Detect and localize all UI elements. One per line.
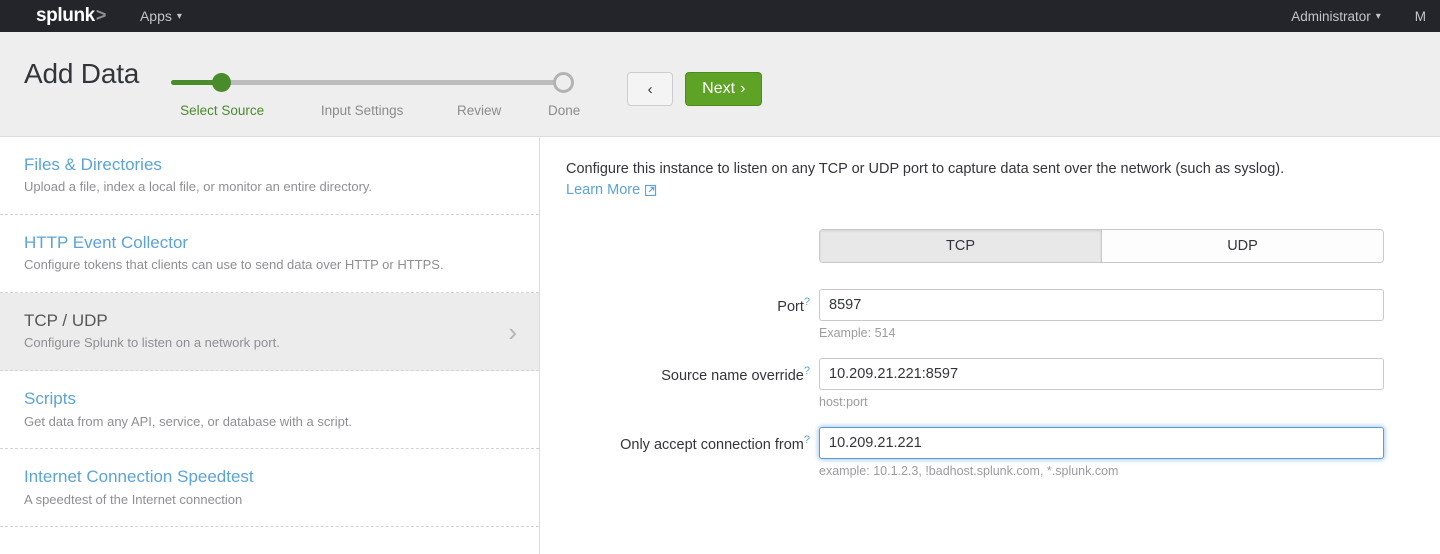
panel-description: Configure this instance to listen on any… xyxy=(566,159,1396,180)
wizard-step-label-select-source[interactable]: Select Source xyxy=(180,103,264,118)
sidebar-item-title: TCP / UDP xyxy=(24,310,499,331)
chevron-right-icon: › xyxy=(740,80,745,98)
port-field-wrap: Example: 514 xyxy=(819,289,1384,340)
source-config-panel: Configure this instance to listen on any… xyxy=(540,137,1440,554)
sidebar-item-description: Upload a file, index a local file, or mo… xyxy=(24,178,464,197)
source-name-override-label-text: Source name override xyxy=(661,368,804,384)
source-type-list: Files & Directories Upload a file, index… xyxy=(0,137,540,554)
sidebar-item-title: Scripts xyxy=(24,388,499,409)
wizard-step-dot-4[interactable] xyxy=(553,72,574,93)
wizard-steps: Select Source Input Settings Review Done xyxy=(165,66,595,126)
protocol-toggle-row: TCP UDP xyxy=(566,229,1440,263)
wizard-step-label-input-settings[interactable]: Input Settings xyxy=(321,103,404,118)
port-label: Port? xyxy=(566,289,819,315)
next-button[interactable]: Next › xyxy=(685,72,762,106)
port-input[interactable] xyxy=(819,289,1384,321)
learn-more-link[interactable]: Learn More xyxy=(566,182,657,198)
protocol-option-udp[interactable]: UDP xyxy=(1101,230,1383,262)
chevron-left-icon: ‹ xyxy=(648,81,653,98)
source-name-override-input[interactable] xyxy=(819,358,1384,390)
sidebar-item-http-event-collector[interactable]: HTTP Event Collector Configure tokens th… xyxy=(0,215,539,293)
help-icon[interactable]: ? xyxy=(804,365,810,377)
user-menu[interactable]: Administrator ▾ xyxy=(1291,9,1381,24)
messages-menu-clipped[interactable]: M xyxy=(1415,9,1426,24)
wizard-bar: Add Data Select Source Input Settings Re… xyxy=(0,32,1440,137)
accept-connection-from-input[interactable] xyxy=(819,427,1384,459)
global-header: splunk> Apps ▾ Administrator ▾ M xyxy=(0,0,1440,32)
back-button[interactable]: ‹ xyxy=(627,72,673,106)
user-menu-label: Administrator xyxy=(1291,9,1371,24)
source-name-override-label: Source name override? xyxy=(566,358,819,384)
sidebar-item-description: Configure Splunk to listen on a network … xyxy=(24,334,464,353)
protocol-option-tcp[interactable]: TCP xyxy=(820,230,1101,262)
source-name-override-field-wrap: host:port xyxy=(819,358,1384,409)
wizard-step-label-review[interactable]: Review xyxy=(457,103,501,118)
sidebar-item-tcp-udp[interactable]: TCP / UDP Configure Splunk to listen on … xyxy=(0,293,539,371)
sidebar-item-scripts[interactable]: Scripts Get data from any API, service, … xyxy=(0,371,539,449)
sidebar-item-description: Get data from any API, service, or datab… xyxy=(24,413,464,432)
apps-menu-label: Apps xyxy=(140,8,172,24)
accept-connection-from-field-wrap: example: 10.1.2.3, !badhost.splunk.com, … xyxy=(819,427,1384,478)
external-link-icon xyxy=(645,184,657,196)
header-right-group: Administrator ▾ M xyxy=(1291,9,1426,24)
next-button-label: Next xyxy=(702,80,735,98)
content-area: Files & Directories Upload a file, index… xyxy=(0,137,1440,554)
tcp-udp-form: TCP UDP Port? Example: 514 Source n xyxy=(566,229,1440,478)
add-data-page: splunk> Apps ▾ Administrator ▾ M Add Dat… xyxy=(0,0,1440,554)
field-row-accept-connection-from: Only accept connection from? example: 10… xyxy=(566,427,1440,478)
help-icon[interactable]: ? xyxy=(804,296,810,308)
sidebar-item-internet-connection-speedtest[interactable]: Internet Connection Speedtest A speedtes… xyxy=(0,449,539,527)
sidebar-item-title: HTTP Event Collector xyxy=(24,232,499,253)
port-hint: Example: 514 xyxy=(819,326,1384,340)
accept-connection-from-label-text: Only accept connection from xyxy=(620,437,804,453)
sidebar-item-title: Internet Connection Speedtest xyxy=(24,466,499,487)
chevron-right-icon: › xyxy=(508,319,517,345)
splunk-logo[interactable]: splunk> xyxy=(36,5,106,27)
page-title: Add Data xyxy=(24,58,139,90)
wizard-nav-buttons: ‹ Next › xyxy=(627,72,762,106)
wizard-step-dot-1[interactable] xyxy=(212,73,231,92)
splunk-logo-text: splunk xyxy=(36,5,95,27)
field-row-port: Port? Example: 514 xyxy=(566,289,1440,340)
accept-connection-from-hint: example: 10.1.2.3, !badhost.splunk.com, … xyxy=(819,464,1384,478)
help-icon[interactable]: ? xyxy=(804,434,810,446)
toggle-spacer xyxy=(566,229,819,263)
chevron-down-icon: ▾ xyxy=(177,11,182,22)
port-label-text: Port xyxy=(777,299,804,315)
protocol-toggle[interactable]: TCP UDP xyxy=(819,229,1384,263)
sidebar-item-description: Configure tokens that clients can use to… xyxy=(24,256,454,275)
apps-menu[interactable]: Apps ▾ xyxy=(140,8,182,24)
source-name-override-hint: host:port xyxy=(819,395,1384,409)
splunk-logo-mark: > xyxy=(96,5,106,26)
field-row-source-name-override: Source name override? host:port xyxy=(566,358,1440,409)
chevron-down-icon: ▾ xyxy=(1376,11,1381,22)
sidebar-item-title: Files & Directories xyxy=(24,154,499,175)
accept-connection-from-label: Only accept connection from? xyxy=(566,427,819,453)
learn-more-label: Learn More xyxy=(566,182,640,198)
sidebar-item-description: A speedtest of the Internet connection xyxy=(24,491,464,510)
sidebar-item-files-directories[interactable]: Files & Directories Upload a file, index… xyxy=(0,137,539,215)
wizard-step-label-done[interactable]: Done xyxy=(548,103,580,118)
